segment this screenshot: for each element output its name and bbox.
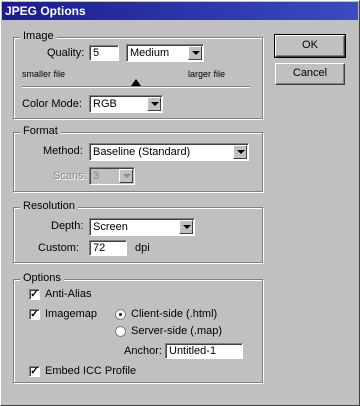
quality-slider-track[interactable] xyxy=(22,86,250,88)
imagemap-checkbox[interactable]: ✓ xyxy=(29,309,40,320)
image-group: Image Quality: 5 Medium smaller file lar… xyxy=(13,30,263,119)
ok-button[interactable]: OK xyxy=(274,34,346,58)
options-legend: Options xyxy=(20,272,64,284)
method-label: Method: xyxy=(43,145,83,157)
image-legend: Image xyxy=(20,30,57,42)
color-mode-value: RGB xyxy=(93,98,117,110)
format-legend: Format xyxy=(20,125,61,137)
anchor-input[interactable]: Untitled-1 xyxy=(165,343,243,359)
options-group: Options ✓ Anti-Alias ✓ Imagemap Client-s… xyxy=(13,272,263,383)
custom-label: Custom: xyxy=(38,242,79,254)
anti-alias-label: Anti-Alias xyxy=(45,288,92,300)
depth-label: Depth: xyxy=(51,220,84,232)
format-group: Format Method: Baseline (Standard) Scans… xyxy=(13,125,263,192)
anti-alias-checkbox[interactable]: ✓ xyxy=(29,289,40,300)
method-select[interactable]: Baseline (Standard) xyxy=(89,143,249,161)
chevron-down-icon xyxy=(119,169,133,183)
color-mode-select[interactable]: RGB xyxy=(89,95,163,113)
depth-select[interactable]: Screen xyxy=(89,218,195,236)
chevron-down-icon xyxy=(179,220,193,234)
server-side-radio[interactable] xyxy=(115,326,126,337)
quality-slider-thumb[interactable] xyxy=(131,79,141,86)
quality-preset-value: Medium xyxy=(130,47,170,59)
scans-select: 3 xyxy=(89,167,135,185)
quality-label: Quality: xyxy=(47,47,85,59)
chevron-down-icon xyxy=(233,145,247,159)
jpeg-options-dialog: JPEG Options OK Cancel Image Quality: 5 … xyxy=(0,0,360,406)
server-side-label: Server-side (.map) xyxy=(131,325,223,337)
color-mode-label: Color Mode: xyxy=(22,98,82,110)
embed-icc-label: Embed ICC Profile xyxy=(45,365,137,377)
imagemap-label: Imagemap xyxy=(45,308,97,320)
larger-file-label: larger file xyxy=(188,69,226,79)
cancel-button[interactable]: Cancel xyxy=(275,63,345,85)
smaller-file-label: smaller file xyxy=(22,69,66,79)
embed-icc-checkbox[interactable]: ✓ xyxy=(29,366,40,377)
chevron-down-icon xyxy=(188,46,202,60)
quality-preset-select[interactable]: Medium xyxy=(126,44,204,62)
client-side-radio[interactable] xyxy=(115,309,126,320)
scans-label: Scans: xyxy=(53,170,87,182)
anchor-label: Anchor: xyxy=(124,345,162,357)
client-side-label: Client-side (.html) xyxy=(131,308,218,320)
scans-value: 3 xyxy=(93,170,100,182)
dpi-unit-label: dpi xyxy=(135,242,150,254)
title-bar[interactable]: JPEG Options xyxy=(2,2,358,20)
chevron-down-icon xyxy=(147,97,161,111)
custom-dpi-input[interactable]: 72 xyxy=(89,240,127,256)
method-value: Baseline (Standard) xyxy=(93,146,191,158)
quality-input[interactable]: 5 xyxy=(89,45,119,61)
depth-value: Screen xyxy=(93,221,128,233)
resolution-legend: Resolution xyxy=(20,200,78,212)
resolution-group: Resolution Depth: Screen Custom: 72 dpi xyxy=(13,200,263,263)
